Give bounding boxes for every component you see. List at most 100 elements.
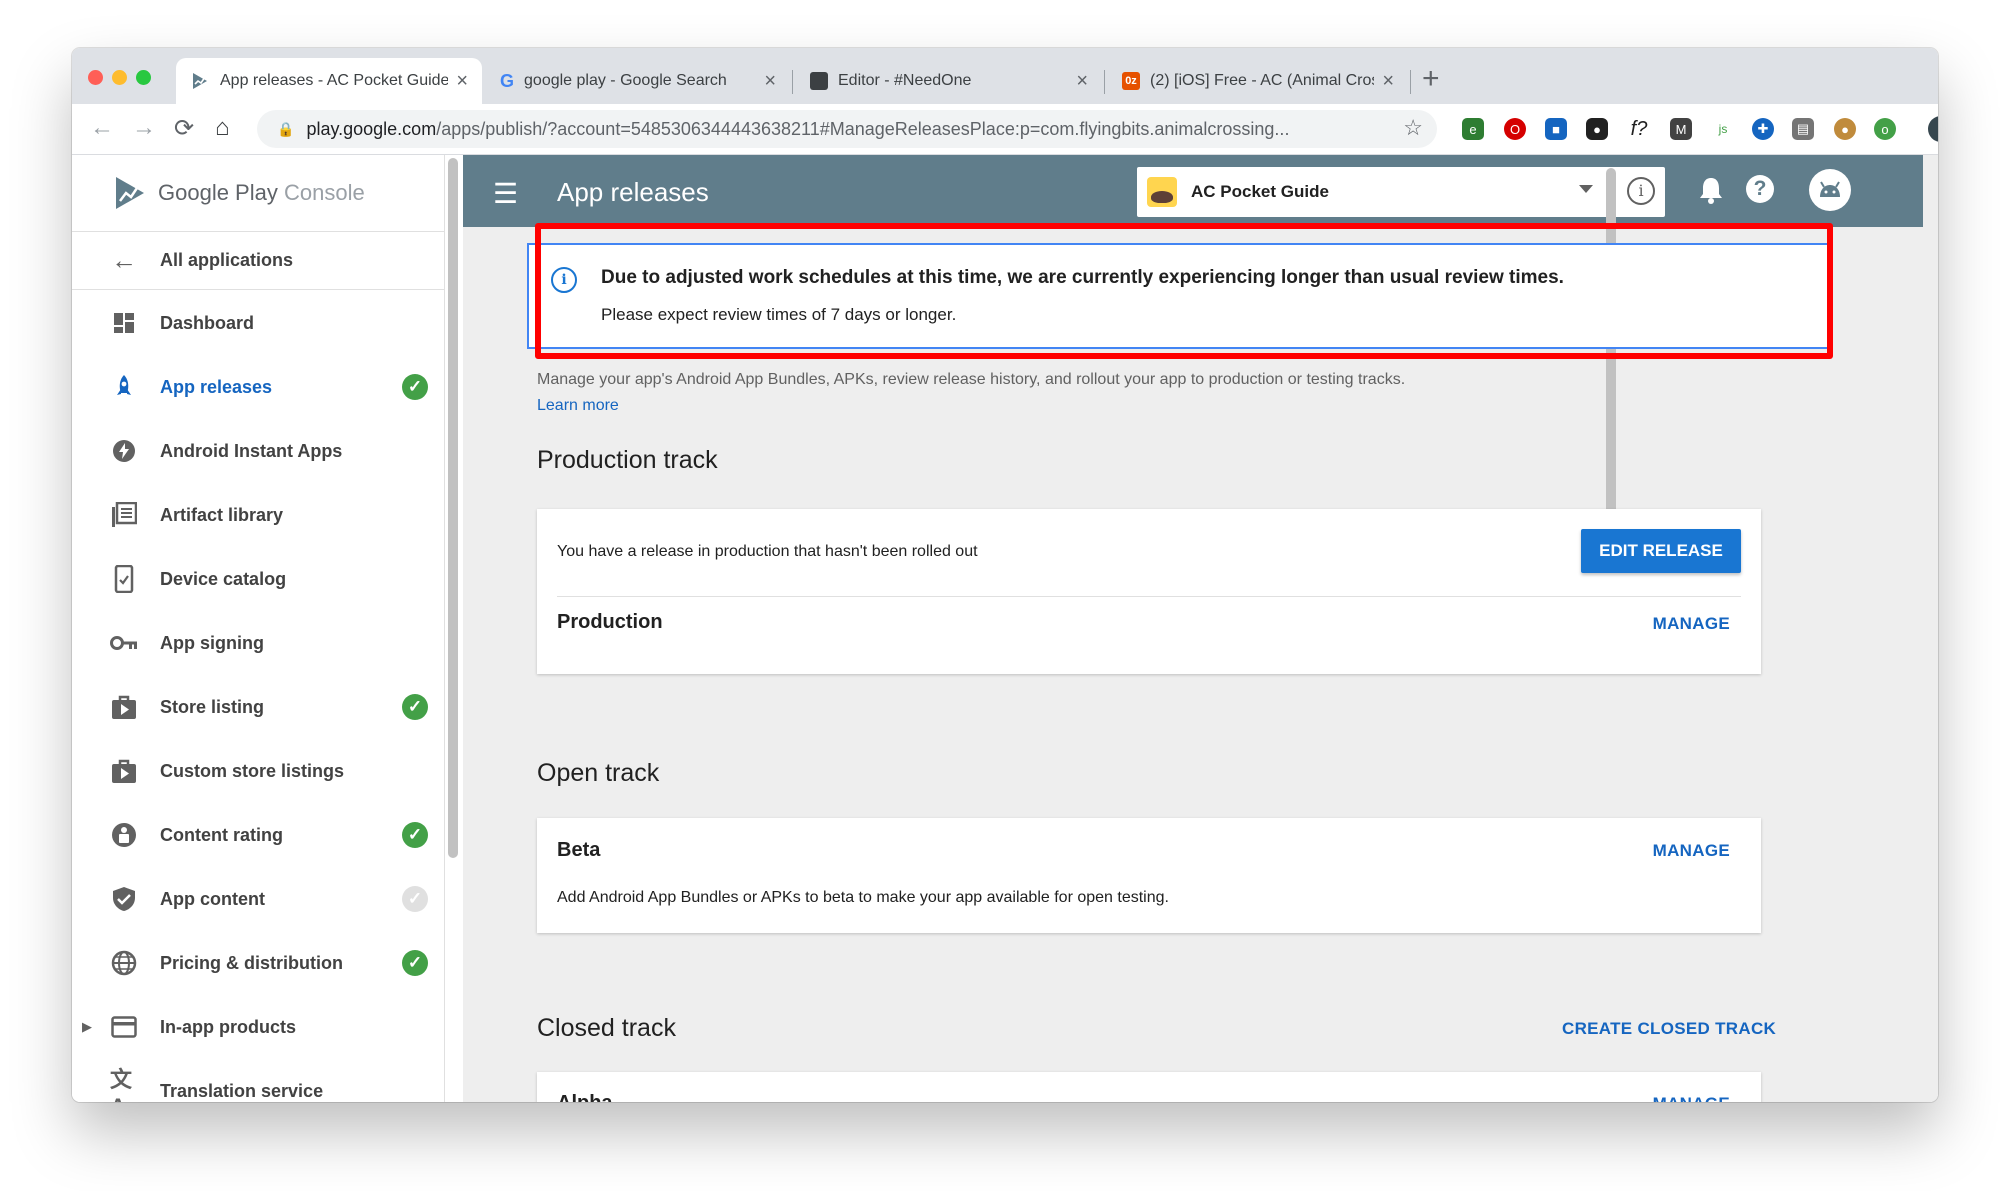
sidebar-item-label: Dashboard — [160, 312, 255, 333]
tab-title: Editor - #NeedOne — [838, 72, 972, 89]
sidebar-item-custom-store-listings[interactable]: Custom store listings — [72, 743, 444, 799]
sidebar-item-store-listing[interactable]: Store listing ✓ — [72, 679, 444, 735]
sidebar-item-pricing-distribution[interactable]: Pricing & distribution ✓ — [72, 935, 444, 991]
create-closed-track-link[interactable]: CREATE CLOSED TRACK — [1562, 1019, 1776, 1039]
sidebar-item-label: Custom store listings — [160, 760, 345, 781]
manage-production-link[interactable]: MANAGE — [1653, 614, 1730, 634]
hamburger-menu-icon[interactable]: ☰ — [493, 177, 518, 210]
js-extension-icon[interactable]: js — [1712, 118, 1734, 140]
google-play-console-logo[interactable]: Google Play Console — [114, 175, 365, 211]
sidebar-item-label: Android Instant Apps — [160, 440, 343, 461]
back-button[interactable]: ← — [90, 114, 114, 142]
check-incomplete-icon: ✓ — [402, 886, 428, 912]
sidebar-item-translation-service[interactable]: 文A Translation service — [72, 1063, 444, 1102]
info-icon[interactable]: i — [1627, 177, 1655, 205]
tab-divider — [1410, 70, 1411, 94]
green-extension-icon[interactable]: o — [1874, 118, 1896, 140]
tab-strip: App releases - AC Pocket Guide × G googl… — [72, 48, 1938, 104]
opera-extension-icon[interactable]: O — [1504, 118, 1526, 140]
tab-app-releases[interactable]: App releases - AC Pocket Guide × — [176, 58, 482, 104]
sidebar-item-app-releases[interactable]: App releases ✓ — [72, 359, 444, 415]
help-icon[interactable]: ? — [1746, 175, 1774, 203]
close-tab-icon[interactable]: × — [1076, 70, 1088, 93]
production-track-title: Production track — [537, 446, 718, 474]
logo-console-text: Console — [283, 180, 365, 205]
forward-button[interactable]: → — [132, 114, 156, 142]
beta-track-name: Beta — [557, 839, 601, 861]
chevron-down-icon[interactable] — [1579, 185, 1593, 193]
app-thumbnail-icon — [1147, 177, 1177, 207]
account-avatar[interactable] — [1809, 169, 1851, 211]
sidebar-item-in-app-products[interactable]: ▶ In-app products — [72, 999, 444, 1055]
sidebar-item-label: Artifact library — [160, 504, 284, 525]
production-track-name: Production — [557, 611, 663, 633]
store-icon — [110, 693, 138, 721]
minimize-window-button[interactable] — [112, 70, 127, 85]
cookie-extension-icon[interactable]: ● — [1834, 118, 1856, 140]
sidebar-item-app-signing[interactable]: App signing — [72, 615, 444, 671]
manage-alpha-link[interactable]: MANAGE — [1653, 1094, 1730, 1102]
tab-divider — [792, 70, 793, 94]
closed-track-title: Closed track — [537, 1014, 676, 1042]
sidebar: Google Play Console ← All applications D… — [72, 155, 445, 1102]
network-extension-icon[interactable]: ✚ — [1752, 118, 1774, 140]
rating-icon — [110, 821, 138, 849]
sidebar-item-label: Device catalog — [160, 568, 287, 589]
tab-google-search[interactable]: G google play - Google Search × — [486, 58, 790, 104]
tab-editor[interactable]: Editor - #NeedOne × — [796, 58, 1102, 104]
function-extension-icon[interactable]: f? — [1628, 118, 1650, 140]
editor-icon — [810, 72, 828, 90]
browser-window: App releases - AC Pocket Guide × G googl… — [72, 48, 1938, 1102]
closed-track-card: Alpha MANAGE — [537, 1072, 1761, 1102]
bell-icon[interactable] — [1698, 175, 1724, 205]
reader-extension-icon[interactable]: ▤ — [1792, 118, 1814, 140]
app-bar: ☰ App releases AC Pocket Guide i ? — [463, 155, 1923, 227]
evernote-extension-icon[interactable]: e — [1462, 118, 1484, 140]
zoom-window-button[interactable] — [136, 70, 151, 85]
check-complete-icon: ✓ — [402, 822, 428, 848]
sidebar-item-label: Pricing & distribution — [160, 952, 343, 973]
sidebar-item-label: Store listing — [160, 696, 265, 717]
reload-button[interactable]: ⟳ — [174, 114, 194, 143]
tab-title: google play - Google Search — [524, 72, 727, 89]
bookmark-star-icon[interactable]: ☆ — [1403, 115, 1423, 141]
app-selector[interactable]: AC Pocket Guide i — [1137, 167, 1665, 217]
divider — [72, 289, 444, 290]
expand-arrow-icon[interactable]: ▶ — [82, 1019, 92, 1035]
address-bar[interactable]: 🔒 play.google.com/apps/publish/?account=… — [257, 110, 1437, 148]
open-track-card: Beta MANAGE Add Android App Bundles or A… — [537, 818, 1761, 933]
sidebar-item-app-content[interactable]: App content ✓ — [72, 871, 444, 927]
sidebar-item-dashboard[interactable]: Dashboard — [72, 295, 444, 351]
extension-icon[interactable]: ■ — [1545, 118, 1567, 140]
sidebar-item-all-applications[interactable]: ← All applications — [72, 232, 444, 288]
play-console-icon — [193, 73, 207, 89]
sidebar-item-label: Translation service — [160, 1080, 324, 1101]
edit-release-button[interactable]: EDIT RELEASE — [1581, 529, 1741, 573]
new-tab-button[interactable]: + — [1422, 62, 1440, 96]
sidebar-scrollbar[interactable] — [448, 158, 458, 858]
arrow-back-icon: ← — [111, 244, 137, 275]
mask-extension-icon[interactable]: ● — [1586, 118, 1608, 140]
profile-avatar[interactable] — [1928, 116, 1938, 142]
close-tab-icon[interactable]: × — [1382, 70, 1394, 93]
home-button[interactable]: ⌂ — [215, 114, 230, 142]
sidebar-item-artifact-library[interactable]: Artifact library — [72, 487, 444, 543]
app-name: AC Pocket Guide — [1191, 182, 1329, 201]
google-g-icon: G — [500, 70, 515, 91]
close-tab-icon[interactable]: × — [764, 70, 776, 93]
card-icon — [110, 1013, 138, 1041]
tab-animal-crossing[interactable]: 0z (2) [iOS] Free - AC (Animal Crossing)… — [1108, 58, 1408, 104]
sidebar-item-device-catalog[interactable]: Device catalog — [72, 551, 444, 607]
sidebar-item-content-rating[interactable]: Content rating ✓ — [72, 807, 444, 863]
tab-divider — [1104, 70, 1105, 94]
gmail-extension-icon[interactable]: M — [1670, 118, 1692, 140]
page-description: Manage your app's Android App Bundles, A… — [537, 371, 1406, 388]
manage-beta-link[interactable]: MANAGE — [1653, 841, 1730, 861]
alpha-track-name: Alpha — [557, 1092, 613, 1102]
device-icon — [110, 565, 138, 593]
tab-title: (2) [iOS] Free - AC (Animal Crossing) — [1150, 72, 1374, 89]
learn-more-link[interactable]: Learn more — [537, 397, 619, 415]
sidebar-item-android-instant-apps[interactable]: Android Instant Apps — [72, 423, 444, 479]
close-window-button[interactable] — [88, 70, 103, 85]
close-tab-icon[interactable]: × — [456, 70, 468, 93]
